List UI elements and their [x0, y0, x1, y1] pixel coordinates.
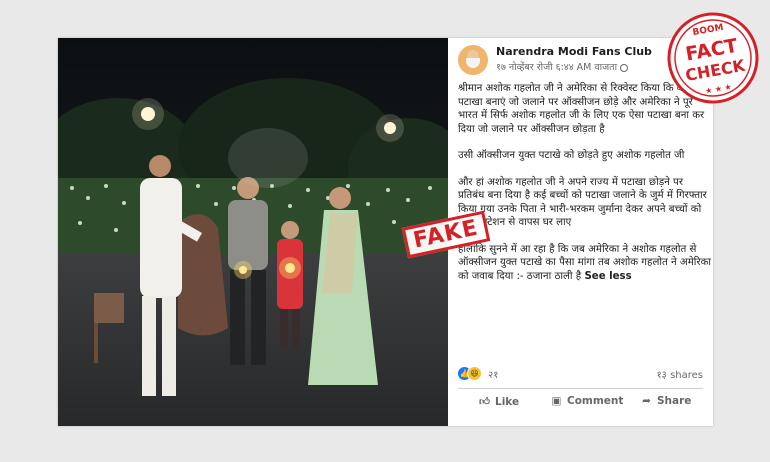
reaction-count[interactable]: २१ [488, 367, 498, 381]
globe-icon [620, 63, 629, 72]
share-button[interactable]: ➦ Share [640, 395, 691, 407]
post-meta: १७ नोव्हेंबर रोजी ६:४४ AM वाजता [496, 60, 629, 73]
action-bar: 👍︎ Like ▣ Comment ➦ Share [458, 392, 703, 414]
share-icon: ➦ [642, 395, 651, 407]
thumbs-up-icon: 👍︎ [479, 396, 490, 408]
like-button[interactable]: 👍︎ Like [478, 395, 519, 408]
post-paragraph-last: हालांकि सुनने में आ रहा है कि जब अमेरिका… [458, 243, 712, 284]
post-paragraph: उसी ऑक्सीजन युक्त पटाखे को छोड़ते हुए अश… [458, 150, 685, 161]
haha-reaction-icon[interactable]: 😆 [468, 367, 481, 380]
post-photo[interactable] [58, 38, 448, 426]
comment-icon: ▣ [551, 395, 562, 407]
page-avatar[interactable] [458, 45, 488, 75]
share-label: Share [657, 395, 692, 407]
page-name-link[interactable]: Narendra Modi Fans Club [496, 45, 652, 58]
share-count[interactable]: १३ shares [656, 367, 703, 381]
like-label: Like [495, 396, 520, 408]
fact-check-stamp: BOOM FACT CHECK ★ ★ ★ [667, 12, 759, 104]
see-less-link[interactable]: See less [584, 271, 631, 282]
comment-label: Comment [567, 395, 624, 407]
comment-button[interactable]: ▣ Comment [550, 395, 624, 407]
facebook-post-card: Narendra Modi Fans Club १७ नोव्हेंबर रोज… [58, 38, 713, 426]
post-body: श्रीमान अशोक गहलोत जी ने अमेरिका से रिक्… [458, 82, 712, 296]
divider [458, 388, 703, 389]
photo-scene [58, 38, 448, 426]
post-timestamp[interactable]: १७ नोव्हेंबर रोजी ६:४४ AM वाजता [496, 62, 617, 73]
reactions-bar: 👍 😆 २१ १३ shares [458, 366, 703, 382]
post-paragraph: और हां अशोक गहलोत जी ने अपने राज्य में प… [458, 176, 707, 229]
